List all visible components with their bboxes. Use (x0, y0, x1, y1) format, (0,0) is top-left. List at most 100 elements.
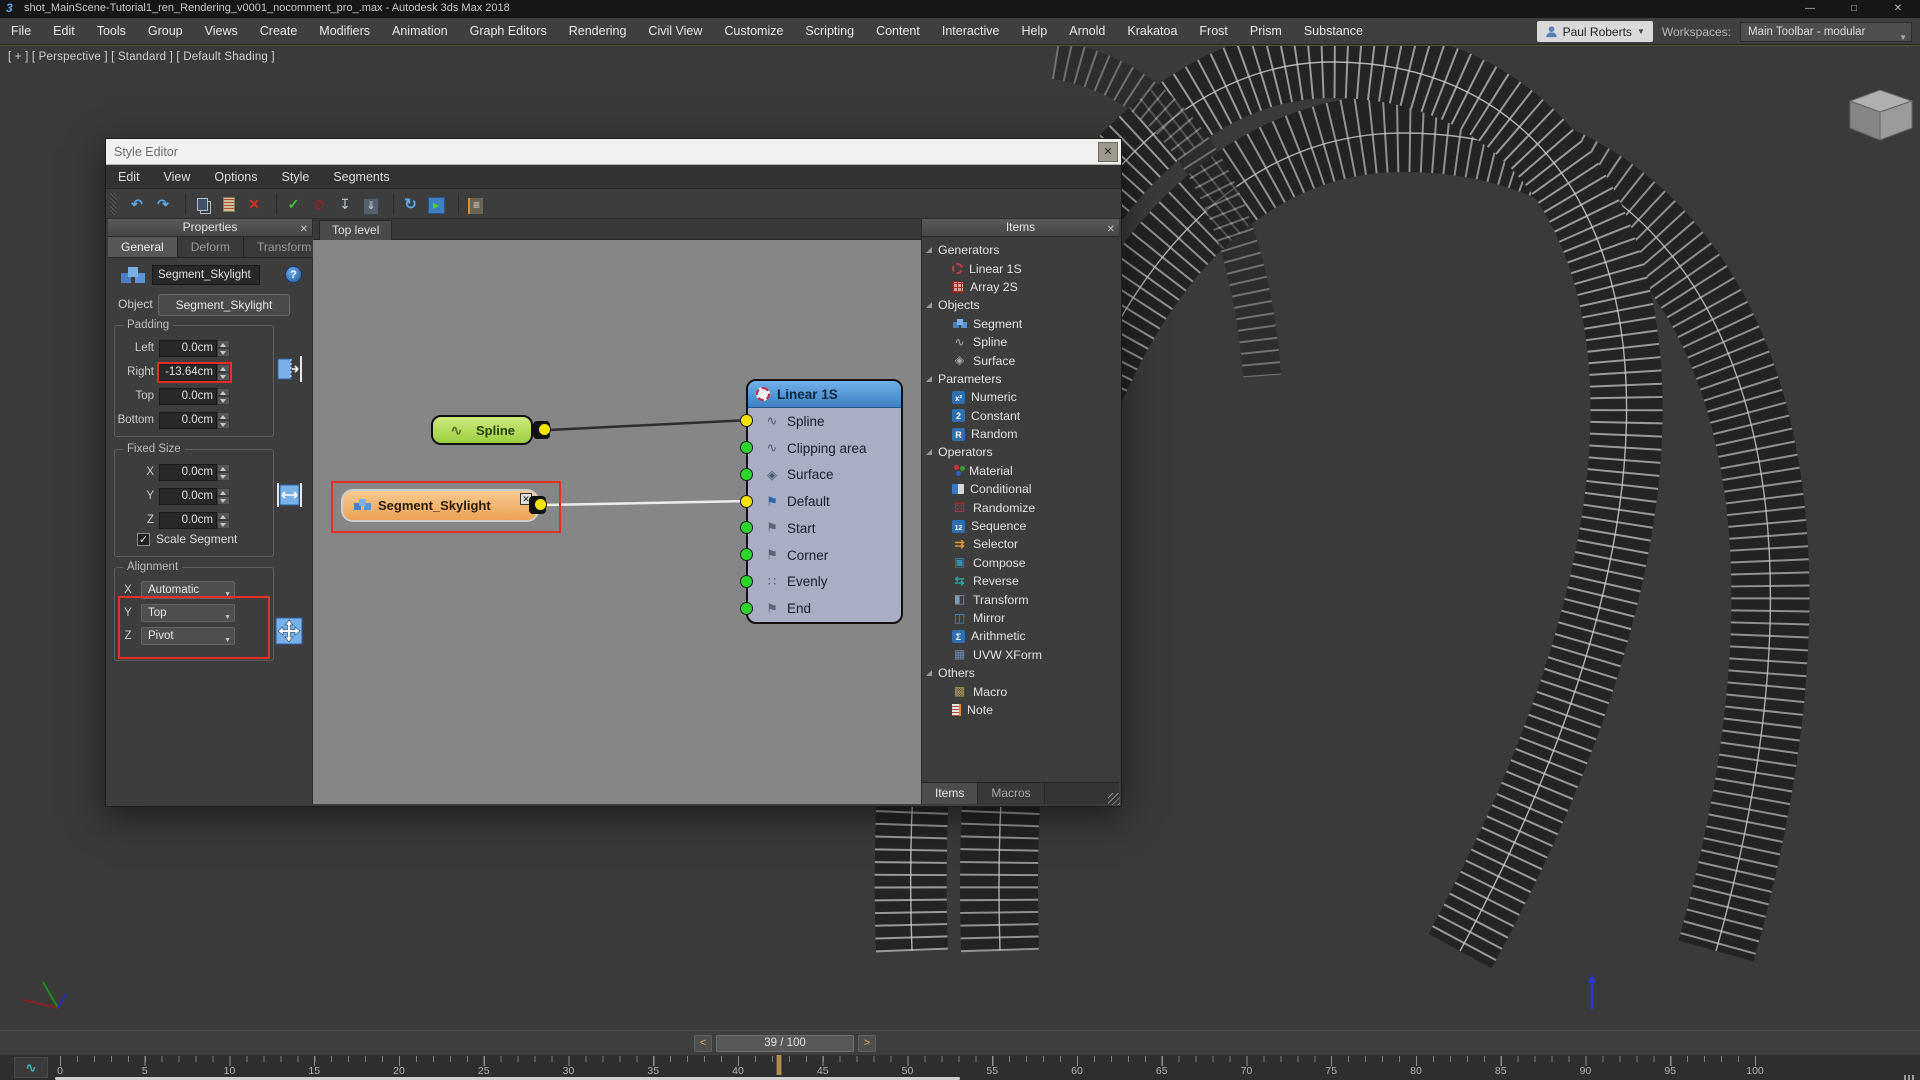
spinner[interactable] (217, 412, 230, 429)
editor-menu-item[interactable]: Options (202, 165, 269, 188)
fixed-size-value-field[interactable]: 0.0cm (159, 488, 217, 505)
input-port[interactable] (740, 414, 753, 427)
menu-item[interactable]: Prism (1239, 18, 1293, 44)
tree-row[interactable]: Note (922, 701, 1119, 719)
padding-value-field[interactable]: 0.0cm (159, 412, 217, 429)
input-port[interactable] (740, 548, 753, 561)
menu-item[interactable]: Krakatoa (1116, 18, 1188, 44)
input-port[interactable] (740, 495, 753, 508)
generator-header[interactable]: Linear 1S (748, 381, 901, 408)
tree-row[interactable]: Constant (922, 407, 1119, 425)
current-frame-marker[interactable] (776, 1055, 782, 1075)
toolbar-grip[interactable] (110, 193, 117, 215)
padding-value-field[interactable]: 0.0cm (159, 340, 217, 357)
items-close-icon[interactable]: ✕ (1107, 221, 1115, 238)
menu-item[interactable]: Edit (42, 18, 86, 44)
spinner[interactable] (217, 364, 230, 381)
tree-row[interactable]: Reverse (922, 572, 1119, 590)
alignment-dropdown[interactable]: Pivot ▼ (141, 627, 235, 645)
tree-row[interactable]: Arithmetic (922, 627, 1119, 645)
spline-output-port[interactable] (538, 423, 551, 436)
menu-item[interactable]: Help (1011, 18, 1059, 44)
tree-row[interactable]: Sequence (922, 517, 1119, 535)
next-frame-button[interactable]: > (858, 1035, 876, 1052)
tree-row[interactable]: Randomize (922, 498, 1119, 516)
maximize-button[interactable]: □ (1832, 0, 1876, 18)
input-port[interactable] (740, 521, 753, 534)
close-button[interactable]: ✕ (1876, 0, 1920, 18)
tree-row[interactable]: Numeric (922, 388, 1119, 406)
menu-item[interactable]: Substance (1293, 18, 1374, 44)
menu-item[interactable]: Content (865, 18, 931, 44)
generator-input-row[interactable]: Evenly (748, 569, 901, 595)
menu-item[interactable]: Modifiers (308, 18, 381, 44)
tree-row[interactable]: Spline (922, 333, 1119, 351)
editor-menu-item[interactable]: Segments (321, 165, 401, 188)
tree-row[interactable]: Random (922, 425, 1119, 443)
minimize-button[interactable]: — (1788, 0, 1832, 18)
input-port[interactable] (740, 575, 753, 588)
tree-row[interactable]: Objects (922, 296, 1119, 314)
menu-item[interactable]: Scripting (794, 18, 865, 44)
generator-input-row[interactable]: Start (748, 515, 901, 541)
padding-value-field[interactable]: -13.64cm (159, 364, 217, 381)
menu-item[interactable]: Civil View (637, 18, 713, 44)
style-editor-close-button[interactable]: ✕ (1098, 142, 1118, 162)
undo-icon[interactable] (126, 193, 148, 215)
menu-item[interactable]: Frost (1188, 18, 1238, 44)
padding-value-field[interactable]: 0.0cm (159, 388, 217, 405)
spinner[interactable] (217, 512, 230, 529)
tab-general[interactable]: General (108, 237, 178, 257)
fixed-size-value-field[interactable]: 0.0cm (159, 512, 217, 529)
collapse-triangle-icon[interactable] (926, 449, 932, 455)
notes-icon[interactable] (458, 193, 486, 215)
top-level-tab[interactable]: Top level (319, 220, 392, 240)
segment-name-input[interactable]: Segment_Skylight (152, 265, 260, 285)
redo-icon[interactable] (152, 193, 174, 215)
resize-grip[interactable] (1904, 1075, 1916, 1080)
fixed-size-value-field[interactable]: 0.0cm (159, 464, 217, 481)
menu-item[interactable]: Create (249, 18, 309, 44)
tree-row[interactable]: Generators (922, 241, 1119, 259)
tree-row[interactable]: Others (922, 664, 1119, 682)
editor-menu-item[interactable]: Edit (106, 165, 152, 188)
spinner[interactable] (217, 488, 230, 505)
editor-menu-item[interactable]: Style (270, 165, 322, 188)
menu-item[interactable]: Group (137, 18, 194, 44)
collapse-triangle-icon[interactable] (926, 302, 932, 308)
collapse-triangle-icon[interactable] (926, 247, 932, 253)
generator-input-row[interactable]: Corner (748, 542, 901, 568)
generator-input-row[interactable]: Default (748, 489, 901, 515)
menu-item[interactable]: Interactive (931, 18, 1011, 44)
menu-item[interactable]: File (0, 18, 42, 44)
input-port[interactable] (740, 441, 753, 454)
menu-item[interactable]: Graph Editors (459, 18, 558, 44)
tree-row[interactable]: UVW XForm (922, 646, 1119, 664)
menu-item[interactable]: Arnold (1058, 18, 1116, 44)
generator-input-row[interactable]: Surface (748, 462, 901, 488)
tree-row[interactable]: Compose (922, 554, 1119, 572)
tree-row[interactable]: Conditional (922, 480, 1119, 498)
refresh-icon[interactable] (393, 193, 421, 215)
spinner[interactable] (217, 388, 230, 405)
tab-macros[interactable]: Macros (978, 783, 1044, 804)
build-icon[interactable] (276, 193, 304, 215)
previous-frame-button[interactable]: < (694, 1035, 712, 1052)
generator-input-row[interactable]: End (748, 596, 901, 622)
scale-segment-checkbox[interactable]: ✓ (137, 533, 150, 546)
mini-curve-editor-button[interactable]: ∿ (14, 1057, 48, 1078)
tree-row[interactable]: Parameters (922, 370, 1119, 388)
object-picker-button[interactable]: Segment_Skylight (158, 294, 290, 316)
alignment-dropdown[interactable]: Automatic ▼ (141, 581, 235, 599)
import-top-icon[interactable] (334, 193, 356, 215)
input-port[interactable] (740, 468, 753, 481)
tree-row[interactable]: Array 2S (922, 278, 1119, 296)
menu-item[interactable]: Views (194, 18, 249, 44)
tree-row[interactable]: Transform (922, 590, 1119, 608)
help-icon[interactable]: ? (285, 266, 302, 283)
menu-item[interactable]: Rendering (558, 18, 638, 44)
tree-row[interactable]: Mirror (922, 609, 1119, 627)
segment-node[interactable]: Segment_Skylight ✕ (341, 489, 539, 522)
input-port[interactable] (740, 602, 753, 615)
track-bar[interactable]: ∿ 05101520253035404550556065707580859095… (0, 1055, 1920, 1080)
